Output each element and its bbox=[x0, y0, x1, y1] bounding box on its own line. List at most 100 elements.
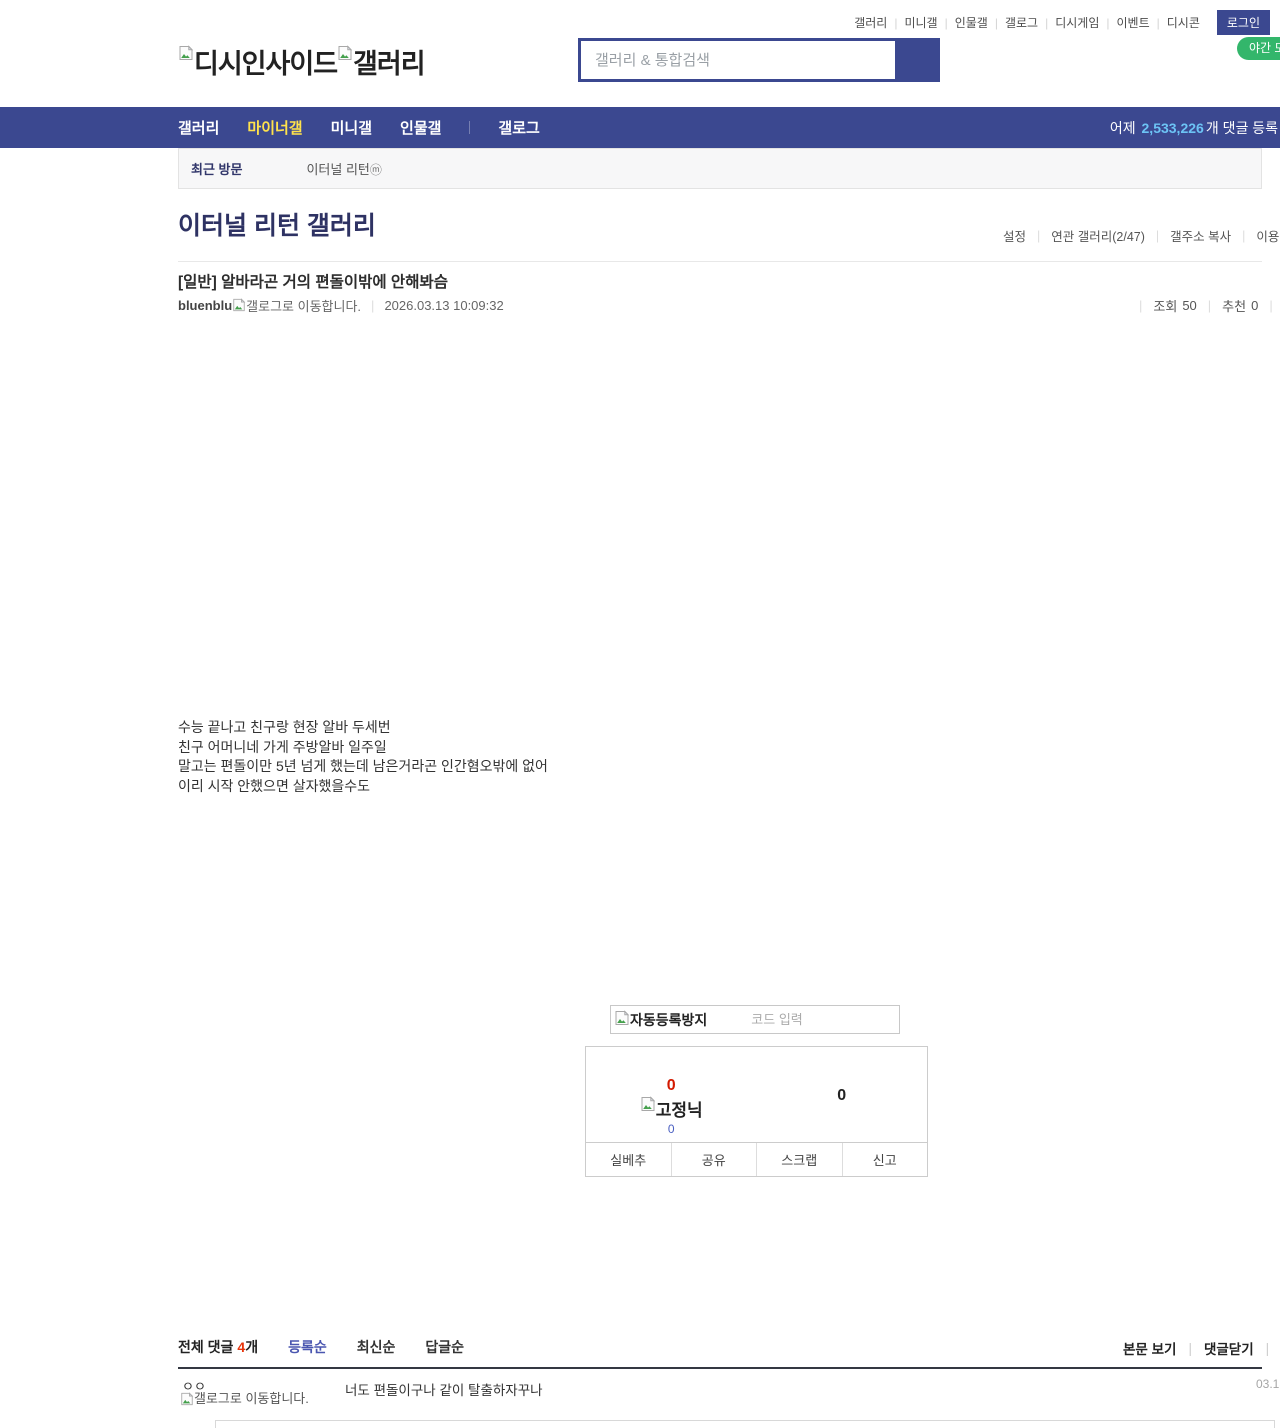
nav-item-minorgall[interactable]: 마이너갤 bbox=[247, 117, 302, 138]
logo-text-gallery: 갤러리 bbox=[353, 49, 426, 79]
divider: | bbox=[1188, 1340, 1192, 1356]
post-body: 수능 끝나고 친구랑 현장 알바 두세번 친구 어머니네 가게 주방알바 일주일… bbox=[178, 718, 548, 797]
post-body-line: 말고는 편돌이만 5년 넘게 했는데 남은거라곤 인간혐오밖에 없어 bbox=[178, 758, 548, 775]
captcha-code-input[interactable] bbox=[707, 1012, 899, 1027]
comment-reply-box[interactable] bbox=[215, 1420, 1275, 1428]
stats-prefix: 어제 bbox=[1109, 119, 1136, 136]
top-link-gallog[interactable]: 갤로그 bbox=[998, 14, 1045, 31]
vote-widget: 0 고정닉 0 0 실베추 공유 스크랩 신고 bbox=[585, 1046, 928, 1177]
comment-gallog-alt-text: 갤로그로 이동합니다. bbox=[194, 1391, 309, 1406]
broken-image-icon bbox=[615, 1009, 630, 1025]
broken-image-icon bbox=[338, 45, 353, 60]
top-link-persongall[interactable]: 인물갤 bbox=[948, 14, 995, 31]
gallery-settings-link[interactable]: 설정 bbox=[1003, 226, 1026, 245]
comments-header: 전체 댓글 4개 등록순 최신순 답글순 bbox=[178, 1337, 464, 1357]
nav-item-persongall[interactable]: 인물갤 bbox=[400, 117, 441, 138]
copy-gallery-url-link[interactable]: 갤주소 복사 bbox=[1170, 226, 1231, 245]
divider: | bbox=[1269, 297, 1273, 313]
site-logo[interactable]: 디시인사이드 갤러리 bbox=[178, 42, 426, 81]
nav-item-minigall[interactable]: 미니갤 bbox=[331, 117, 372, 138]
comments-total-label: 전체 댓글 bbox=[178, 1339, 234, 1355]
search-box bbox=[578, 38, 940, 82]
divider: | bbox=[1242, 228, 1246, 243]
gallog-alt-text: 갤로그로 이동합니다. bbox=[246, 298, 362, 314]
recommend-label: 추천 bbox=[1222, 298, 1247, 314]
recommend-value: 0 bbox=[1251, 297, 1259, 313]
fixed-nick-label: 고정닉 bbox=[655, 1101, 703, 1120]
related-galleries-link[interactable]: 연관 갤러리(2/47) bbox=[1051, 226, 1145, 245]
top-link-dcgame[interactable]: 디시게임 bbox=[1048, 14, 1106, 31]
post-title: [일반] 알바라곤 거의 편돌이밖에 안해봐슴 bbox=[178, 270, 448, 292]
broken-image-icon bbox=[181, 1392, 194, 1406]
top-utility-bar: 갤러리 | 미니갤 | 인물갤 | 갤로그 | 디시게임 | 이벤트 | 디시콘 로그인 bbox=[847, 10, 1270, 35]
post-author[interactable]: bluenblu bbox=[178, 298, 232, 313]
gallery-header-links: 설정 | 연관 갤러리(2/47) | 갤주소 복사 | 이용 bbox=[1003, 226, 1279, 245]
vote-action-bar: 실베추 공유 스크랩 신고 bbox=[586, 1142, 927, 1176]
post-body-line: 수능 끝나고 친구랑 현장 알바 두세번 bbox=[178, 719, 391, 735]
downvote-count: 0 bbox=[837, 1087, 847, 1104]
comments-total-suffix: 개 bbox=[245, 1339, 259, 1355]
login-button[interactable]: 로그인 bbox=[1216, 10, 1270, 35]
post-title-text: 알바라곤 거의 편돌이밖에 안해봐슴 bbox=[221, 274, 448, 291]
post-date: 2026.03.13 10:09:32 bbox=[384, 297, 504, 313]
vote-counts: 0 고정닉 0 0 bbox=[586, 1047, 927, 1142]
comments-header-links: 본문 보기 | 댓글닫기 | bbox=[1123, 1338, 1269, 1358]
fixed-nick-count: 0 bbox=[667, 1122, 675, 1136]
author-gallog-link[interactable]: 갤로그로 이동합니다. bbox=[232, 296, 361, 315]
nav-item-gallog[interactable]: 갤로그 bbox=[498, 117, 539, 138]
captcha-alt-text: 자동등록방지 bbox=[630, 1011, 708, 1028]
stats-count: 2,533,226 bbox=[1141, 119, 1204, 136]
broken-image-icon bbox=[641, 1096, 655, 1111]
share-button[interactable]: 공유 bbox=[670, 1143, 756, 1176]
post-meta-row: bluenblu 갤로그로 이동합니다. | 2026.03.13 10:09:… bbox=[178, 294, 504, 316]
divider: | bbox=[1037, 228, 1041, 243]
divider: | bbox=[1265, 1340, 1270, 1356]
downvote-column: 0 bbox=[757, 1047, 928, 1142]
scrap-button[interactable]: 스크랩 bbox=[756, 1143, 842, 1176]
usage-guide-link[interactable]: 이용 bbox=[1256, 226, 1279, 245]
post-body-line: 이리 시작 안했으면 살자했을수도 bbox=[178, 778, 370, 795]
divider bbox=[178, 1367, 1262, 1369]
divider: | bbox=[1207, 297, 1212, 313]
comments-total-count: 4 bbox=[237, 1339, 246, 1355]
broken-image-icon bbox=[179, 45, 194, 60]
recent-gallery-name: 이터널 리턴 bbox=[306, 162, 370, 177]
report-button[interactable]: 신고 bbox=[841, 1143, 927, 1176]
sort-by-registered-tab[interactable]: 등록순 bbox=[288, 1337, 327, 1357]
divider: | bbox=[371, 297, 375, 313]
recent-gallery-link[interactable]: 이터널 리턴ⓜ bbox=[306, 159, 381, 178]
nav-item-gallery[interactable]: 갤러리 bbox=[178, 117, 219, 138]
gallery-title[interactable]: 이터널 리턴 갤러리 bbox=[178, 206, 376, 242]
silbechu-button[interactable]: 실베추 bbox=[586, 1143, 671, 1176]
views-value: 50 bbox=[1182, 297, 1197, 313]
view-post-link[interactable]: 본문 보기 bbox=[1123, 1338, 1176, 1358]
top-link-event[interactable]: 이벤트 bbox=[1110, 14, 1157, 31]
sort-by-newest-tab[interactable]: 최신순 bbox=[357, 1337, 396, 1357]
sort-by-reply-tab[interactable]: 답글순 bbox=[425, 1337, 464, 1357]
main-nav-items: 갤러리 마이너갤 미니갤 인물갤 갤로그 bbox=[178, 107, 540, 148]
main-navbar: 갤러리 마이너갤 미니갤 인물갤 갤로그 어제 2,533,226 개 댓글 등록 bbox=[0, 107, 1280, 148]
comment-text: 너도 편돌이구나 같이 탈출하자꾸나 bbox=[345, 1383, 543, 1398]
stats-suffix: 개 댓글 등록 bbox=[1205, 119, 1278, 136]
top-link-dccon[interactable]: 디시콘 bbox=[1160, 14, 1207, 31]
post-category: [일반] bbox=[178, 274, 217, 291]
search-submit-button[interactable] bbox=[895, 38, 940, 82]
divider bbox=[469, 121, 471, 134]
fixed-nick-row: 고정닉 bbox=[586, 1096, 757, 1121]
post-stats-row: | 조회 50 | 추천 0 | bbox=[1128, 294, 1280, 316]
captcha-image: 자동등록방지 bbox=[614, 1009, 708, 1030]
comment-author-gallog-link[interactable]: 갤로그로 이동합니다. bbox=[180, 1391, 314, 1406]
divider: | bbox=[1155, 228, 1160, 243]
post-body-line: 친구 어머니네 가게 주방알바 일주일 bbox=[178, 738, 387, 755]
logo-text-dcinside: 디시인사이드 bbox=[194, 49, 338, 79]
close-comments-link[interactable]: 댓글닫기 bbox=[1204, 1338, 1254, 1358]
yesterday-comment-stats: 어제 2,533,226 개 댓글 등록 bbox=[1110, 107, 1278, 148]
search-input[interactable] bbox=[578, 38, 895, 82]
broken-image-icon bbox=[233, 298, 246, 312]
recent-visit-bar: 최근 방문 이터널 리턴ⓜ bbox=[178, 148, 1262, 189]
divider bbox=[178, 261, 1262, 262]
top-link-gallery[interactable]: 갤러리 bbox=[847, 14, 894, 31]
minor-gallery-badge-icon: ⓜ bbox=[369, 163, 382, 177]
night-mode-button[interactable]: 야간 모드 bbox=[1237, 37, 1280, 60]
top-link-minigall[interactable]: 미니갤 bbox=[897, 14, 944, 31]
